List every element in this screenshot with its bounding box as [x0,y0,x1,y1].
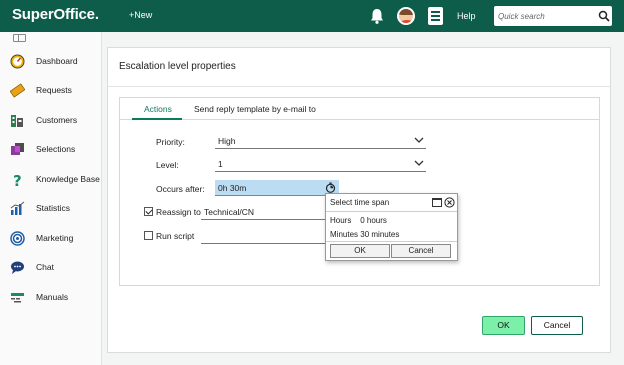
level-value: 1 [218,159,223,169]
tab-send-reply-template[interactable]: Send reply template by e-mail to [194,104,316,114]
hours-row[interactable]: Hours 0 hours [330,216,387,225]
priority-value: High [218,136,236,146]
reassign-value: Technical/CN [204,207,255,217]
popup-cancel-button[interactable]: Cancel [391,244,451,258]
page-title: Escalation level properties [119,61,236,72]
tab-bar: Actions Send reply template by e-mail to [120,98,599,120]
occurs-after-label: Occurs after: [156,184,205,194]
top-bar: SuperOffice. +New Help [0,0,624,32]
chat-icon [11,261,24,274]
chevron-down-icon [414,137,424,143]
reassign-label[interactable]: Reassign to [156,207,201,217]
hours-label: Hours [330,216,352,225]
divider [326,211,457,212]
quick-search-input[interactable] [498,9,594,23]
svg-text:?: ? [13,172,22,187]
sidebar-item-label: Customers [36,115,78,125]
time-span-popup: Select time span Hours 0 hours Minutes 3… [325,193,458,261]
divider [326,241,457,242]
sidebar-item-dashboard[interactable]: Dashboard [0,48,101,74]
reassign-field[interactable]: Technical/CN [201,204,325,220]
sidebar-item-label: Statistics [36,203,71,213]
sidebar-item-knowledge-base[interactable]: ? Knowledge Base [0,166,101,192]
sidebar-item-label: Chat [36,262,54,272]
sidebar-item-label: Selections [36,144,76,154]
divider [108,86,610,87]
minutes-value: 30 minutes [360,230,400,239]
chevron-down-icon [414,160,424,166]
notification-bell-icon[interactable] [368,7,386,25]
sidebar-item-marketing[interactable]: Marketing [0,225,101,251]
run-script-checkbox[interactable] [144,231,153,240]
minutes-label: Minutes [330,230,359,239]
priority-select[interactable]: High [215,133,426,149]
sidebar-item-requests[interactable]: Requests [0,77,101,103]
sidebar-item-label: Dashboard [36,56,78,66]
minutes-row[interactable]: Minutes 30 minutes [330,230,399,239]
buildings-icon [11,115,23,127]
reassign-checkbox[interactable] [144,207,153,216]
sidebar-item-manuals[interactable]: Manuals [0,284,101,310]
tab-actions[interactable]: Actions [144,104,172,114]
sidebar-item-chat[interactable]: Chat [0,254,101,280]
level-select[interactable]: 1 [215,156,426,172]
document-icon[interactable] [428,7,443,25]
popup-title: Select time span [330,198,390,207]
occurs-after-field[interactable]: 0h 30m [215,180,339,196]
maximize-icon[interactable] [432,198,442,207]
priority-label: Priority: [156,137,185,147]
sidebar-item-selections[interactable]: Selections [0,136,101,162]
sidebar-item-label: Marketing [36,233,74,243]
popup-ok-button[interactable]: OK [330,244,390,258]
superoffice-logo[interactable]: SuperOffice. [12,6,99,23]
target-icon [10,231,25,246]
sidebar-item-customers[interactable]: Customers [0,107,101,133]
hours-value: 0 hours [360,216,387,225]
sidebar-item-label: Requests [36,85,72,95]
run-script-field[interactable] [201,228,325,244]
ok-button[interactable]: OK [482,316,525,335]
help-link[interactable]: Help [457,11,476,21]
sidebar: Dashboard Requests Customers Selections … [0,32,102,365]
active-tab-indicator [132,118,182,120]
close-icon[interactable] [444,197,455,208]
sidebar-item-statistics[interactable]: Statistics [0,195,101,221]
selection-icon [11,143,24,155]
ticket-icon [10,83,25,98]
new-button[interactable]: +New [129,10,152,20]
level-label: Level: [156,160,179,170]
occurs-after-value: 0h 30m [218,183,247,193]
cancel-button[interactable]: Cancel [531,316,583,335]
manual-icon [11,293,24,303]
stopwatch-icon[interactable] [325,182,336,193]
quick-search [494,6,612,26]
sidebar-item-label: Manuals [36,292,69,302]
search-icon[interactable] [598,10,610,22]
speedometer-icon [10,54,25,69]
question-icon: ? [13,172,22,187]
bar-chart-icon [10,201,25,215]
run-script-label[interactable]: Run script [156,231,194,241]
sidebar-item-label: Knowledge Base [36,174,100,184]
user-avatar[interactable] [397,7,415,25]
collapse-sidebar-icon[interactable] [13,34,26,42]
